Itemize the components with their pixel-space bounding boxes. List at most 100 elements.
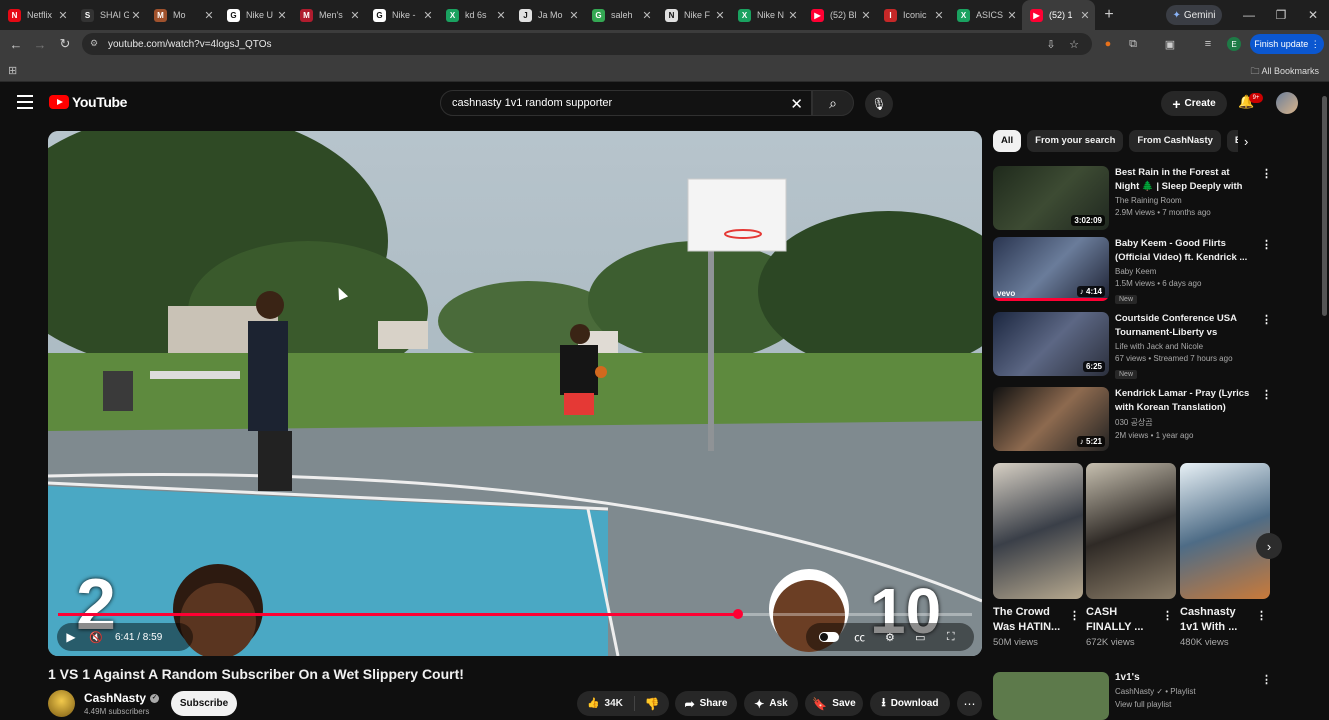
close-tab-icon[interactable]: ✕ (786, 9, 800, 22)
browser-tab[interactable]: N Nike F ✕ (657, 0, 730, 30)
forward-button[interactable]: → (30, 34, 50, 54)
finish-update-button[interactable]: Finish update ⋮ (1250, 34, 1324, 54)
close-tab-icon[interactable]: ✕ (275, 9, 289, 22)
browser-tab[interactable]: N Netflix ✕ (0, 0, 73, 30)
short-item[interactable]: CASH FINALLY ... 672K views ⋮ (1086, 463, 1176, 648)
more-options-icon[interactable]: ⋮ (1261, 238, 1272, 251)
short-thumbnail[interactable] (1180, 463, 1270, 599)
more-options-icon[interactable]: ⋮ (1261, 167, 1272, 180)
short-title[interactable]: CASH FINALLY ... (1086, 605, 1156, 635)
close-tab-icon[interactable]: ✕ (713, 9, 727, 22)
filter-chip[interactable]: All (993, 130, 1022, 152)
apps-grid-icon[interactable]: ⊞ (8, 64, 17, 77)
search-button[interactable]: ⌕ (812, 90, 854, 116)
more-options-icon[interactable]: ⋮ (1261, 313, 1272, 326)
short-title[interactable]: The Crowd Was HATIN... (993, 605, 1063, 635)
playlist-menu-icon[interactable]: ⋮ (1261, 673, 1272, 686)
gemini-button[interactable]: ✦ Gemini (1166, 5, 1222, 25)
video-thumbnail[interactable]: 6:25 (993, 312, 1109, 376)
autoplay-toggle[interactable] (819, 632, 840, 642)
filter-chip[interactable]: B (1226, 130, 1238, 152)
voice-search-button[interactable]: 🎙 (865, 90, 893, 118)
browser-tab[interactable]: X ASICS ✕ (949, 0, 1022, 30)
channel-name[interactable]: Baby Keem (1115, 267, 1255, 276)
close-tab-icon[interactable]: ✕ (640, 9, 654, 22)
more-options-icon[interactable]: ⋮ (1162, 609, 1173, 622)
browser-tab[interactable]: X Nike N ✕ (730, 0, 803, 30)
browser-tab[interactable]: M Men's ✕ (292, 0, 365, 30)
chevron-right-icon[interactable]: › (1244, 134, 1260, 150)
close-tab-icon[interactable]: ✕ (932, 9, 946, 22)
bookmark-star-icon[interactable]: ☆ (1066, 36, 1082, 52)
install-app-icon[interactable]: ⇩ (1043, 36, 1059, 52)
video-thumbnail[interactable]: vevo ♪ 4:14 (993, 237, 1109, 301)
menu-icon[interactable] (17, 95, 33, 109)
miniplayer-icon[interactable]: ▭ (910, 631, 930, 644)
video-thumbnail[interactable]: ♪ 5:21 (993, 387, 1109, 451)
ask-button[interactable]: ✦ Ask (744, 691, 798, 716)
search-input[interactable]: cashnasty 1v1 random supporter ✕ (440, 90, 812, 116)
playlist-thumbnail[interactable] (993, 672, 1109, 720)
close-tab-icon[interactable]: ✕ (567, 9, 581, 22)
channel-name[interactable]: The Raining Room (1115, 196, 1255, 205)
close-tab-icon[interactable]: ✕ (56, 9, 70, 22)
short-title[interactable]: Cashnasty 1v1 With ... (1180, 605, 1250, 635)
like-button[interactable]: 👍 34K (577, 691, 633, 716)
channel-avatar[interactable] (48, 690, 75, 717)
close-tab-icon[interactable]: ✕ (1005, 9, 1019, 22)
profile-avatar[interactable]: E (1227, 37, 1241, 51)
volume-icon[interactable]: 🔇 (85, 631, 107, 644)
filter-chip[interactable]: From your search (1027, 130, 1124, 152)
settings-icon[interactable]: ⚙ (880, 631, 900, 644)
minimize-button[interactable]: — (1232, 0, 1266, 30)
reload-button[interactable]: ↻ (55, 34, 75, 54)
fullscreen-icon[interactable]: ⛶ (941, 631, 961, 644)
browser-tab[interactable]: G Nike - ✕ (365, 0, 438, 30)
short-thumbnail[interactable] (1086, 463, 1176, 599)
browser-tab[interactable]: S SHAI G ✕ (73, 0, 146, 30)
video-title[interactable]: Best Rain in the Forest at Night 🌲 | Sle… (1115, 166, 1255, 194)
short-thumbnail[interactable] (993, 463, 1083, 599)
more-options-icon[interactable]: ⋮ (1256, 609, 1267, 622)
channel-name[interactable]: CashNasty ✓ (84, 691, 160, 705)
close-tab-icon[interactable]: ✕ (859, 9, 873, 22)
close-window-button[interactable]: ✕ (1296, 0, 1329, 30)
browser-tab[interactable]: ▶ (52) 1 ✕ (1022, 0, 1095, 30)
browser-tab[interactable]: I Iconic ✕ (876, 0, 949, 30)
youtube-logo[interactable]: YouTube (49, 94, 127, 110)
account-avatar[interactable] (1276, 92, 1298, 114)
browser-tab[interactable]: G Nike U ✕ (219, 0, 292, 30)
subscribe-button[interactable]: Subscribe (171, 691, 237, 716)
extension-icon[interactable]: ● (1100, 36, 1116, 52)
recommended-video[interactable]: ♪ 5:21 Kendrick Lamar - Pray (Lyrics with… (993, 387, 1273, 455)
create-button[interactable]: + Create (1161, 91, 1227, 116)
short-item[interactable]: The Crowd Was HATIN... 50M views ⋮ (993, 463, 1083, 648)
back-button[interactable]: ← (6, 34, 26, 54)
play-button[interactable]: ▶ (57, 623, 85, 651)
recommended-video[interactable]: vevo ♪ 4:14 Baby Keem - Good Flirts (Offic… (993, 237, 1273, 305)
close-tab-icon[interactable]: ✕ (421, 9, 435, 22)
browser-tab[interactable]: J Ja Mo ✕ (511, 0, 584, 30)
channel-name[interactable]: Life with Jack and Nicole (1115, 342, 1255, 351)
recommended-video[interactable]: 6:25 Courtside Conference USA Tournament-… (993, 312, 1273, 380)
view-full-playlist-link[interactable]: View full playlist (1115, 700, 1196, 709)
close-tab-icon[interactable]: ✕ (494, 9, 508, 22)
video-title[interactable]: Kendrick Lamar - Pray (Lyrics with Korea… (1115, 387, 1255, 415)
filter-chip[interactable]: From CashNasty (1129, 130, 1221, 152)
recommended-video[interactable]: 3:02:09 Best Rain in the Forest at Night … (993, 166, 1273, 234)
address-bar[interactable]: ⚙ youtube.com/watch?v=4logsJ_QTOs (82, 33, 1092, 55)
video-thumbnail[interactable]: 3:02:09 (993, 166, 1109, 230)
video-player[interactable]: 2 10 ▶ 🔇 6:41 / 8:59 ㏄ ⚙ ▭ ⛶ (48, 131, 982, 656)
browser-tab[interactable]: Xkd 6s ✕ (438, 0, 511, 30)
media-control-icon[interactable]: ≡ (1200, 36, 1216, 52)
browser-tab[interactable]: Gsaleh ✕ (584, 0, 657, 30)
share-button[interactable]: ➦ Share (675, 691, 737, 716)
restore-button[interactable]: ❐ (1264, 0, 1298, 30)
download-button[interactable]: ⭳ Download (870, 691, 950, 716)
save-button[interactable]: 🔖 Save (805, 691, 863, 716)
split-view-icon[interactable]: ▣ (1162, 36, 1178, 52)
more-options-icon[interactable]: ⋮ (1261, 388, 1272, 401)
playlist-item[interactable]: 1v1's CashNasty ✓ • Playlist View full p… (993, 668, 1273, 720)
video-title[interactable]: Courtside Conference USA Tournament-Libe… (1115, 312, 1255, 340)
extensions-puzzle-icon[interactable]: ⧉ (1125, 36, 1141, 52)
